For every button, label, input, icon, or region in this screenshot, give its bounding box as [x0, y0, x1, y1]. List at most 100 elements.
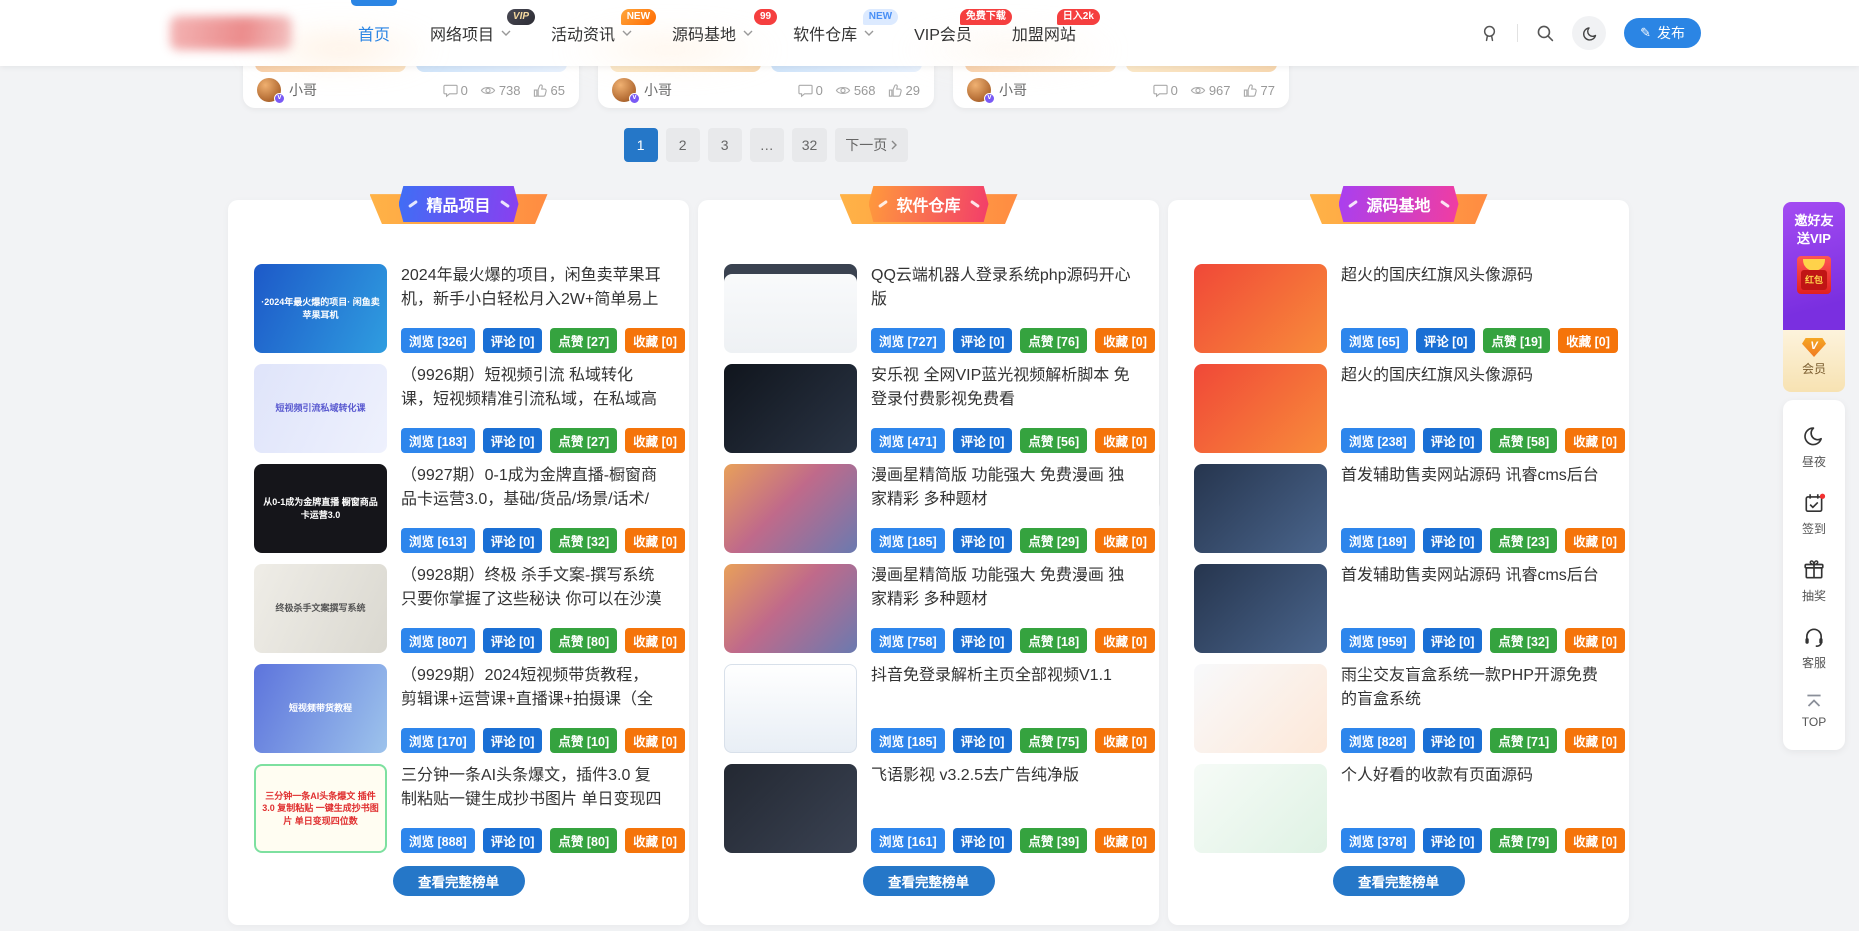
item-title[interactable]: （9928期）终极 杀手文案-撰写系统 只要你掌握了这些秘诀 你可以在沙漠里…: [401, 564, 663, 612]
item-title[interactable]: 超火的国庆红旗风头像源码: [1341, 264, 1603, 288]
medal-icon[interactable]: [1480, 24, 1499, 43]
list-item[interactable]: 个人好看的收款有页面源码 浏览 [378]评论 [0]点赞 [79]收藏 [0]: [1194, 764, 1603, 853]
views-badge: 浏览 [758]: [871, 628, 945, 653]
thumbnail-text: [1255, 505, 1267, 513]
item-title[interactable]: 漫画星精简版 功能强大 免费漫画 独家精彩 多种题材: [871, 564, 1133, 612]
item-title[interactable]: （9926期）短视频引流 私域转化课，短视频精准引流私域，在私域高效转化…: [401, 364, 663, 412]
avatar[interactable]: v: [612, 78, 636, 102]
list-item[interactable]: ·2024年最火爆的项目· 闲鱼卖苹果耳机 2024年最火爆的项目，闲鱼卖苹果耳…: [254, 264, 663, 353]
comments-badge: 评论 [0]: [953, 328, 1013, 353]
view-full-ranking-button[interactable]: 查看完整榜单: [863, 866, 995, 896]
item-thumbnail: [724, 664, 857, 753]
author-name[interactable]: 小哥: [999, 80, 1027, 100]
views-badge: 浏览 [238]: [1341, 428, 1415, 453]
comment-icon: [1153, 83, 1168, 98]
nav-item-source-base[interactable]: 源码基地 99: [672, 0, 753, 66]
thumbs-up-icon: [533, 83, 548, 98]
back-to-top-button[interactable]: TOP: [1783, 682, 1845, 740]
vip-member-card[interactable]: V 会员: [1783, 330, 1845, 392]
avatar[interactable]: v: [967, 78, 991, 102]
column-title: 源码基地: [1366, 198, 1430, 215]
invite-friends-card[interactable]: 邀好友 送VIP 红包: [1783, 202, 1845, 330]
nav-item-home[interactable]: 首页: [358, 0, 390, 66]
gift-icon: [1803, 559, 1825, 581]
item-title[interactable]: 飞语影视 v3.2.5去广告纯净版: [871, 764, 1133, 788]
day-night-toggle[interactable]: 昼夜: [1783, 414, 1845, 481]
item-title[interactable]: 漫画星精简版 功能强大 免费漫画 独家精彩 多种题材: [871, 464, 1133, 512]
nav-item-news[interactable]: 活动资讯 NEW: [551, 0, 632, 66]
list-item[interactable]: 从0-1成为金牌直播 橱窗商品卡运营3.0 （9927期）0-1成为金牌直播-橱…: [254, 464, 663, 553]
list-item[interactable]: 终极杀手文案撰写系统 （9928期）终极 杀手文案-撰写系统 只要你掌握了这些秘…: [254, 564, 663, 653]
item-title[interactable]: （9929期）2024短视频带货教程，剪辑课+运营课+直播课+拍摄课（全套高清…: [401, 664, 663, 712]
dark-mode-toggle[interactable]: [1572, 16, 1606, 50]
item-title[interactable]: 抖音免登录解析主页全部视频V1.1: [871, 664, 1133, 688]
site-logo[interactable]: [170, 16, 292, 50]
item-title[interactable]: 2024年最火爆的项目，闲鱼卖苹果耳机，新手小白轻松月入2W+简单易上手: [401, 264, 663, 312]
views-badge: 浏览 [189]: [1341, 528, 1415, 553]
page-button-32[interactable]: 32: [792, 128, 828, 162]
publish-button[interactable]: ✎ 发布: [1624, 18, 1701, 48]
customer-service-button[interactable]: 客服: [1783, 615, 1845, 682]
search-icon[interactable]: [1536, 24, 1554, 42]
header-actions: ✎ 发布: [1480, 16, 1701, 50]
page-button-1[interactable]: 1: [624, 128, 658, 162]
list-item[interactable]: 三分钟一条AI头条爆文 插件3.0 复制粘贴 一键生成抄书图片 单日变现四位数 …: [254, 764, 663, 853]
column-title: 软件仓库: [896, 198, 960, 215]
list-item[interactable]: 漫画星精简版 功能强大 免费漫画 独家精彩 多种题材 浏览 [758]评论 [0…: [724, 564, 1133, 653]
page-button-2[interactable]: 2: [666, 128, 700, 162]
list-item[interactable]: 超火的国庆红旗风头像源码 浏览 [238]评论 [0]点赞 [58]收藏 [0]: [1194, 364, 1603, 453]
tool-label: TOP: [1783, 715, 1845, 729]
list-item[interactable]: 短视频带货教程 （9929期）2024短视频带货教程，剪辑课+运营课+直播课+拍…: [254, 664, 663, 753]
list-item[interactable]: 雨尘交友盲盒系统一款PHP开源免费的盲盒系统 浏览 [828]评论 [0]点赞 …: [1194, 664, 1603, 753]
item-title[interactable]: QQ云端机器人登录系统php源码开心版: [871, 264, 1133, 312]
lottery-button[interactable]: 抽奖: [1783, 548, 1845, 615]
item-title[interactable]: 超火的国庆红旗风头像源码: [1341, 364, 1603, 388]
comments-badge: 评论 [0]: [1416, 328, 1476, 353]
list-item[interactable]: 飞语影视 v3.2.5去广告纯净版 浏览 [161]评论 [0]点赞 [39]收…: [724, 764, 1133, 853]
page-button-3[interactable]: 3: [708, 128, 742, 162]
nav-item-projects[interactable]: 网络项目 VIP: [430, 0, 511, 66]
list-item[interactable]: 超火的国庆红旗风头像源码 浏览 [65]评论 [0]点赞 [19]收藏 [0]: [1194, 264, 1603, 353]
item-thumbnail: 三分钟一条AI头条爆文 插件3.0 复制粘贴 一键生成抄书图片 单日变现四位数: [254, 764, 387, 853]
item-title[interactable]: 安乐视 全网VIP蓝光视频解析脚本 免登录付费影视免费看: [871, 364, 1133, 412]
item-thumbnail: [724, 564, 857, 653]
main-nav: 首页 网络项目 VIP 活动资讯 NEW 源码基地 99 软件仓库 NEW VI…: [358, 0, 1076, 66]
list-item[interactable]: 首发辅助售卖网站源码 讯睿cms后台 浏览 [959]评论 [0]点赞 [32]…: [1194, 564, 1603, 653]
nav-item-join[interactable]: 加盟网站 日入2k: [1012, 0, 1076, 66]
nav-item-vip-member[interactable]: VIP会员 免费下载: [914, 0, 972, 66]
next-page-button[interactable]: 下一页: [835, 128, 908, 162]
sidebar-tools: 昼夜 签到 抽奖 客服 TOP: [1783, 400, 1845, 750]
list-item[interactable]: QQ云端机器人登录系统php源码开心版 浏览 [727]评论 [0]点赞 [76…: [724, 264, 1133, 353]
item-title[interactable]: 首发辅助售卖网站源码 讯睿cms后台: [1341, 464, 1603, 488]
view-full-ranking-button[interactable]: 查看完整榜单: [1333, 866, 1465, 896]
list-item[interactable]: 首发辅助售卖网站源码 讯睿cms后台 浏览 [189]评论 [0]点赞 [23]…: [1194, 464, 1603, 553]
sign-in-button[interactable]: 签到: [1783, 481, 1845, 548]
avatar[interactable]: v: [257, 78, 281, 102]
nav-item-software[interactable]: 软件仓库 NEW: [793, 0, 874, 66]
comment-count: 0: [1171, 83, 1178, 98]
view-full-ranking-button[interactable]: 查看完整榜单: [393, 866, 525, 896]
column-featured-projects: 精品项目 ·2024年最火爆的项目· 闲鱼卖苹果耳机 2024年最火爆的项目，闲…: [228, 200, 689, 925]
item-title[interactable]: 雨尘交友盲盒系统一款PHP开源免费的盲盒系统: [1341, 664, 1603, 712]
list-item[interactable]: 漫画星精简版 功能强大 免费漫画 独家精彩 多种题材 浏览 [185]评论 [0…: [724, 464, 1133, 553]
item-thumbnail: [1194, 264, 1327, 353]
like-count: 65: [551, 83, 565, 98]
list-item[interactable]: 安乐视 全网VIP蓝光视频解析脚本 免登录付费影视免费看 浏览 [471]评论 …: [724, 364, 1133, 453]
item-title[interactable]: 首发辅助售卖网站源码 讯睿cms后台: [1341, 564, 1603, 588]
author-name[interactable]: 小哥: [289, 80, 317, 100]
list-item[interactable]: 短视频引流私域转化课 （9926期）短视频引流 私域转化课，短视频精准引流私域，…: [254, 364, 663, 453]
item-title[interactable]: （9927期）0-1成为金牌直播-橱窗商品卡运营3.0，基础/货品/场景/话术/…: [401, 464, 663, 512]
comments-badge: 评论 [0]: [483, 628, 543, 653]
item-thumbnail: [1194, 764, 1327, 853]
item-title[interactable]: 三分钟一条AI头条爆文，插件3.0 复制粘贴一键生成抄书图片 单日变现四位数: [401, 764, 663, 812]
view-count: 738: [499, 83, 521, 98]
headset-icon: [1803, 626, 1825, 648]
comments-badge: 评论 [0]: [1423, 728, 1483, 753]
comments-badge: 评论 [0]: [1423, 628, 1483, 653]
author-name[interactable]: 小哥: [644, 80, 672, 100]
calendar-check-icon: [1803, 492, 1826, 514]
new-badge: NEW: [621, 9, 656, 25]
list-item[interactable]: 抖音免登录解析主页全部视频V1.1 浏览 [185]评论 [0]点赞 [75]收…: [724, 664, 1133, 753]
thumbnail-text: 短视频引流私域转化课: [269, 398, 371, 418]
item-title[interactable]: 个人好看的收款有页面源码: [1341, 764, 1603, 788]
